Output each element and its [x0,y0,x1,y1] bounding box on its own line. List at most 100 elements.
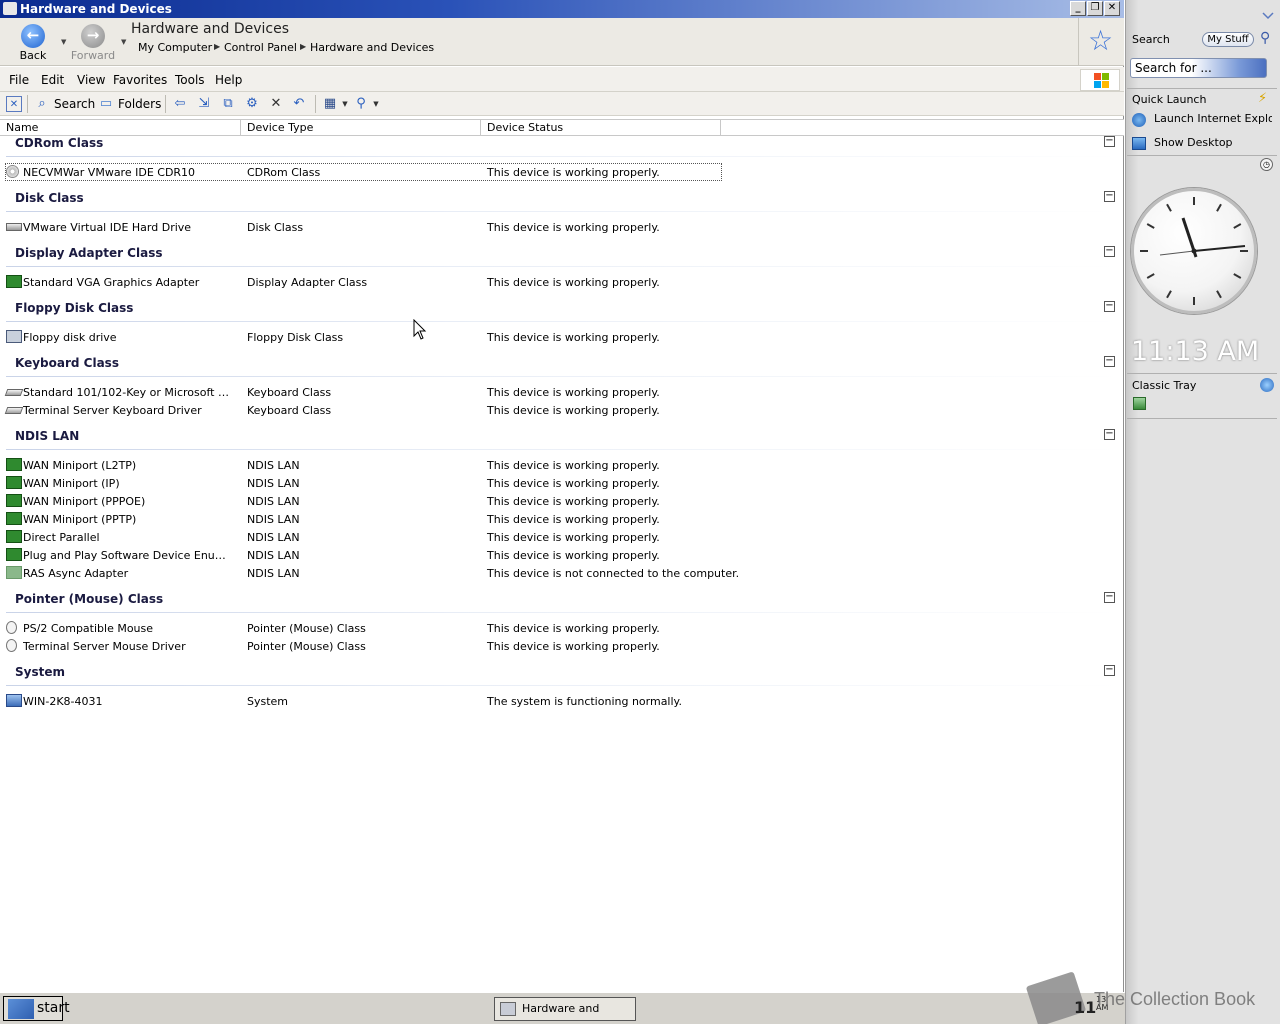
copy-to-icon[interactable]: ⧉ [220,96,236,112]
breadcrumb-control-panel[interactable]: Control Panel [224,41,297,54]
views-icon[interactable]: ▦ [322,96,338,112]
device-row[interactable]: Standard VGA Graphics Adapter Display Ada… [0,273,1124,291]
move-to-icon[interactable]: ⇲ [196,96,212,112]
back-button[interactable]: ← Back [8,22,58,64]
collapse-group-icon[interactable]: − [1104,429,1115,440]
device-status: This device is working properly. [487,622,660,635]
show-desktop-icon[interactable] [1132,137,1146,150]
close-button[interactable]: ✕ [1104,1,1120,16]
search-icon[interactable]: ⚲ [1260,30,1270,46]
explorer-window: Hardware and Devices _ ❐ ✕ ← Back ▼ → Fo… [0,0,1124,992]
my-stuff-button[interactable]: My Stuff [1202,32,1254,47]
device-row[interactable]: Standard 101/102-Key or Microsoft Natura… [0,383,1124,401]
sidebar [1125,0,1280,1024]
device-name: VMware Virtual IDE Hard Drive [23,221,192,234]
device-row[interactable]: Floppy disk drive Floppy Disk Class This d… [0,328,1124,346]
device-row[interactable]: Plug and Play Software Device Enumerator… [0,546,1124,564]
device-row[interactable]: WAN Miniport (PPPOE) NDIS LAN This device … [0,492,1124,510]
collapse-group-icon[interactable]: − [1104,356,1115,367]
collapse-group-icon[interactable]: − [1104,665,1115,676]
device-row[interactable]: PS/2 Compatible Mouse Pointer (Mouse) Cla… [0,619,1124,637]
search-icon[interactable]: ⌕ [34,96,50,112]
tray-clock-hour[interactable]: 11 [1074,998,1096,1017]
taskbar-item-hardware-and-devices[interactable]: Hardware and Devices [494,997,636,1021]
collapse-group-icon[interactable]: − [1104,136,1115,147]
menu-view[interactable]: View [77,73,105,87]
quick-launch-heading: Quick Launch [1132,93,1207,106]
keyboard-icon [4,407,24,414]
network-tray-icon[interactable] [1133,397,1146,410]
column-name[interactable]: Name [0,120,241,136]
device-row[interactable]: Terminal Server Mouse Driver Pointer (Mou… [0,637,1124,655]
undo-icon[interactable]: ↶ [291,96,307,112]
breadcrumb-separator-icon[interactable]: ▶ [300,42,306,51]
device-row[interactable]: WAN Miniport (L2TP) NDIS LAN This device i… [0,456,1124,474]
menu-file[interactable]: File [9,73,29,87]
device-name: NECVMWar VMware IDE CDR10 [23,166,196,179]
collapse-group-icon[interactable]: − [1104,592,1115,603]
menu-help[interactable]: Help [215,73,242,87]
lightning-icon[interactable]: ⚡ [1258,91,1267,106]
breadcrumb-hardware-and-devices[interactable]: Hardware and Devices [310,41,434,54]
restore-button[interactable]: ❐ [1087,1,1103,16]
menu-edit[interactable]: Edit [41,73,64,87]
collapse-group-icon[interactable]: − [1104,301,1115,312]
search-button[interactable]: Search [54,95,95,113]
sidebar-collapse-icon[interactable] [1262,12,1274,20]
device-row[interactable]: VMware Virtual IDE Hard Drive Disk Class T… [0,218,1124,236]
clock-options-icon[interactable]: ◷ [1260,158,1273,171]
sidebar-divider [1127,373,1277,374]
sidebar-search-input[interactable]: Search for ... [1130,58,1267,78]
title-bar[interactable]: Hardware and Devices _ ❐ ✕ [0,0,1124,18]
breadcrumb-my-computer[interactable]: My Computer [138,41,212,54]
zoom-dropdown-icon[interactable]: ▼ [368,96,384,112]
close-pane-icon[interactable]: ✕ [6,96,22,112]
forward-button[interactable]: → Forward [68,22,118,64]
show-desktop-item[interactable]: Show Desktop [1154,136,1233,149]
properties-icon[interactable]: ⚙ [244,96,260,112]
device-row[interactable]: WAN Miniport (IP) NDIS LAN This device is … [0,474,1124,492]
group-name: Display Adapter Class [15,246,163,260]
device-row[interactable]: Terminal Server Keyboard Driver Keyboard … [0,401,1124,419]
minimize-button[interactable]: _ [1070,1,1086,16]
windows-logo-icon [1080,69,1120,91]
device-status: This device is working properly. [487,549,660,562]
window-icon [3,2,17,15]
device-row[interactable]: WAN Miniport (PPTP) NDIS LAN This device i… [0,510,1124,528]
group-divider [6,685,1122,686]
start-button[interactable]: start [3,996,70,1021]
zoom-icon[interactable]: ⚲ [353,96,369,112]
device-row[interactable]: NECVMWar VMware IDE CDR10 CDRom Class This… [5,163,722,181]
menu-favorites[interactable]: Favorites [113,73,167,87]
menu-tools[interactable]: Tools [175,73,205,87]
device-row[interactable]: Direct Parallel NDIS LAN This device is wo… [0,528,1124,546]
column-device-type[interactable]: Device Type [241,120,481,136]
device-row[interactable]: RAS Async Adapter NDIS LAN This device is … [0,564,1124,582]
network-adapter-icon [6,494,22,507]
device-type: Keyboard Class [247,386,332,399]
group-header: Floppy Disk Class − [0,301,1124,322]
device-type: Pointer (Mouse) Class [247,622,366,635]
internet-explorer-icon[interactable] [1132,113,1146,127]
folders-icon[interactable]: ▭ [98,96,114,112]
menu-bar: File Edit View Favorites Tools Help [0,67,1124,92]
breadcrumb-separator-icon[interactable]: ▶ [214,42,220,51]
device-status: This device is working properly. [487,221,660,234]
device-type: NDIS LAN [247,459,300,472]
device-name: RAS Async Adapter [23,567,129,580]
tray-options-icon[interactable] [1260,378,1274,392]
views-dropdown-icon[interactable]: ▼ [337,96,353,112]
device-row[interactable]: WIN-2K8-4031 System The system is function… [0,692,1124,710]
launch-internet-explorer-item[interactable]: Launch Internet Explorer [1154,112,1272,125]
folders-button[interactable]: Folders [118,95,161,113]
delete-icon[interactable]: ✕ [268,96,284,112]
collapse-group-icon[interactable]: − [1104,191,1115,202]
back-dropdown-icon[interactable]: ▼ [61,38,66,46]
favorites-star-icon[interactable]: ☆ [1078,18,1122,65]
column-device-status[interactable]: Device Status [481,120,721,136]
network-adapter-icon [6,458,22,471]
up-arrow-icon[interactable]: ⇦ [172,96,188,112]
forward-dropdown-icon[interactable]: ▼ [121,38,126,46]
collapse-group-icon[interactable]: − [1104,246,1115,257]
network-adapter-icon [6,548,22,561]
